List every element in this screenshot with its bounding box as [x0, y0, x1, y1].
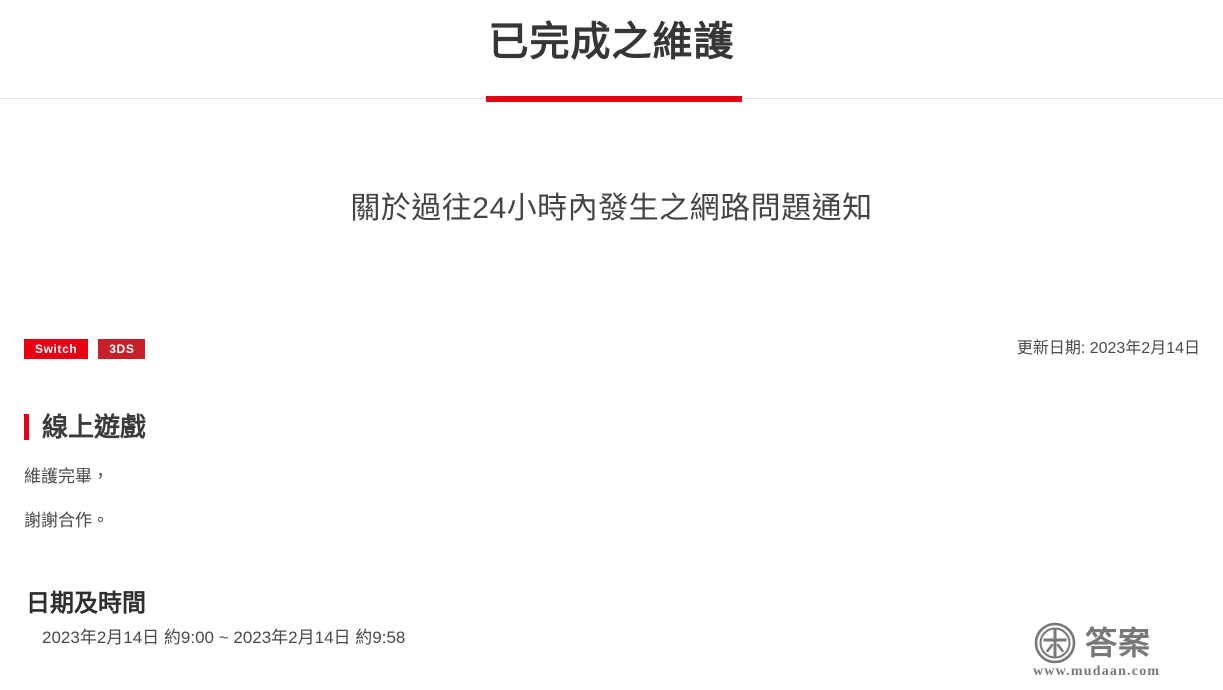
- section-heading-date-time: 日期及時間: [26, 590, 146, 617]
- meta-row: Switch 3DS 更新日期: 2023年2月14日: [0, 336, 1223, 364]
- body-line: 維護完畢，: [24, 467, 109, 486]
- watermark-row: 答案: [1033, 620, 1209, 666]
- watermark-url: www.mudaan.com: [1033, 664, 1161, 679]
- notice-subtitle: 關於過往24小時內發生之網路問題通知: [350, 192, 873, 225]
- header-accent-bar: [486, 96, 742, 102]
- updated-date: 更新日期: 2023年2月14日: [1016, 340, 1200, 357]
- section-body-online-play: 維護完畢， 謝謝合作。: [24, 466, 700, 532]
- watermark-mark-text: 答案: [1085, 624, 1152, 662]
- tag-switch[interactable]: Switch: [24, 339, 89, 359]
- tag-3ds[interactable]: 3DS: [98, 339, 146, 359]
- page-title: 已完成之維護: [488, 20, 735, 64]
- page-header: 已完成之維護: [0, 0, 1223, 102]
- body-line: 謝謝合作。: [24, 511, 109, 530]
- maintenance-notice-page: 已完成之維護 關於過往24小時內發生之網路問題通知 Switch 3DS 更新日…: [0, 0, 1223, 690]
- maintenance-window-value: 2023年2月14日 約9:00 ~ 2023年2月14日 約9:58: [42, 628, 406, 647]
- circle-cross-logo-icon: [1034, 622, 1076, 664]
- section-online-play: 線上遊戲 維護完畢， 謝謝合作。: [0, 410, 700, 554]
- section-heading-online-play: 線上遊戲: [24, 410, 700, 444]
- tag-list: Switch 3DS: [24, 339, 146, 359]
- section-date-time: 日期及時間 2023年2月14日 約9:00 ~ 2023年2月14日 約9:5…: [0, 588, 700, 650]
- watermark: 答案 www.mudaan.com: [1033, 620, 1209, 686]
